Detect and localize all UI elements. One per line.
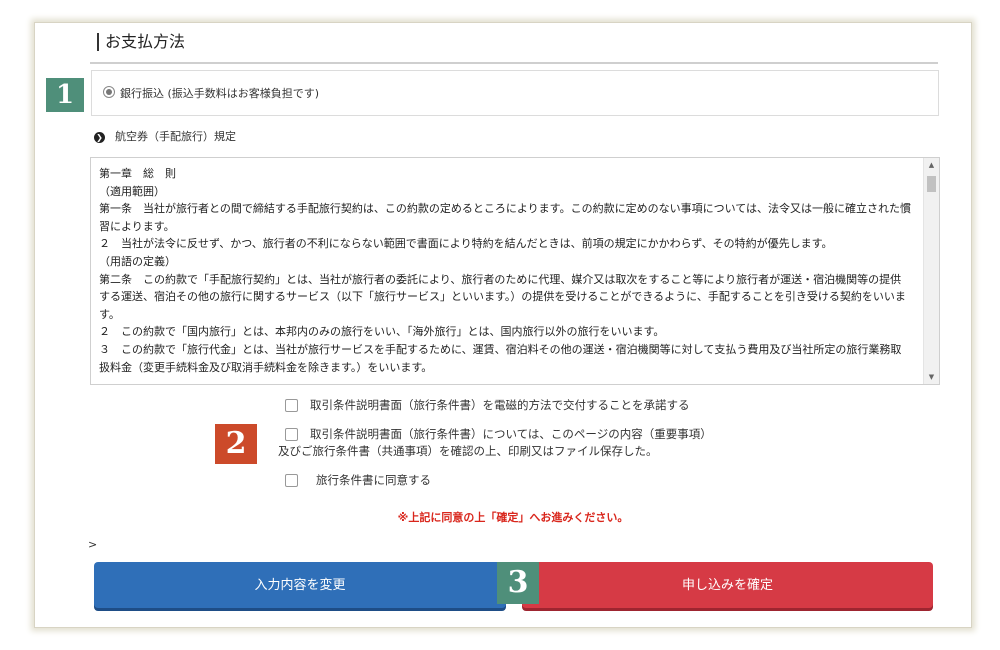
scroll-thumb[interactable] bbox=[927, 176, 936, 192]
scroll-down-arrow-icon[interactable]: ▼ bbox=[924, 370, 939, 384]
check-row-confirm: 取引条件説明書面（旅行条件書）については、このページの内容（重要事項） bbox=[285, 426, 712, 442]
terms-line: ３ この約款で「旅行代金」とは、当社が旅行サービスを手配するために、運賃、宿泊料… bbox=[99, 342, 902, 374]
checkbox-agree-label: 旅行条件書に同意する bbox=[316, 473, 431, 487]
stray-text: > bbox=[88, 538, 98, 551]
section-title: お支払方法 bbox=[97, 33, 185, 51]
terms-line: ２ 当社が法令に反せず、かつ、旅行者の不利にならない範囲で書面により特約を結んだ… bbox=[99, 237, 833, 251]
checkbox-confirm-saved[interactable] bbox=[285, 428, 298, 441]
terms-line: （用語の定義） bbox=[99, 254, 176, 268]
terms-line: 第一条 当社が旅行者との間で締結する手配旅行契約は、この約款の定めるところにより… bbox=[99, 202, 912, 233]
notice-text: ※上記に同意の上「確定」へお進みください。 bbox=[397, 511, 629, 524]
checkbox-electronic-consent[interactable] bbox=[285, 399, 298, 412]
rules-heading: ❯ 航空券（手配旅行）規定 bbox=[94, 128, 236, 144]
terms-content: 第一章 総 則 （適用範囲） 第一条 当社が旅行者との間で締結する手配旅行契約は… bbox=[99, 165, 911, 376]
payment-option-box[interactable]: 銀行振込 (振込手数料はお客様負担です) bbox=[91, 70, 939, 116]
terms-scrollbar[interactable]: ▲ ▼ bbox=[923, 158, 939, 384]
terms-textarea[interactable]: 第一章 総 則 （適用範囲） 第一条 当社が旅行者との間で締結する手配旅行契約は… bbox=[90, 157, 940, 385]
check-row-agree: 旅行条件書に同意する bbox=[285, 472, 431, 488]
rules-heading-label: 航空券（手配旅行）規定 bbox=[115, 130, 236, 143]
check-row-electronic: 取引条件説明書面（旅行条件書）を電磁的方法で交付することを承諾する bbox=[285, 397, 690, 413]
confirm-application-button[interactable]: 申し込みを確定 bbox=[522, 562, 933, 608]
terms-line: 第一章 総 則 bbox=[99, 167, 176, 180]
terms-line: 第二条 この約款で「手配旅行契約」とは、当社が旅行者の委託により、旅行者のために… bbox=[99, 272, 906, 321]
step-badge-2: 2 bbox=[215, 424, 257, 464]
terms-line: （適用範囲） bbox=[99, 184, 165, 198]
checkbox-agree-terms[interactable] bbox=[285, 474, 298, 487]
step-badge-1: 1 bbox=[46, 78, 84, 112]
checkbox-electronic-label: 取引条件説明書面（旅行条件書）を電磁的方法で交付することを承諾する bbox=[310, 398, 690, 412]
circle-arrow-right-icon: ❯ bbox=[94, 131, 105, 143]
step-badge-3: 3 bbox=[497, 562, 539, 604]
change-input-button[interactable]: 入力内容を変更 bbox=[94, 562, 506, 608]
title-divider bbox=[90, 62, 938, 64]
radio-bank-transfer[interactable] bbox=[103, 86, 115, 98]
payment-option-label: 銀行振込 (振込手数料はお客様負担です) bbox=[120, 87, 320, 100]
scroll-up-arrow-icon[interactable]: ▲ bbox=[924, 158, 939, 172]
terms-line: ２ この約款で「国内旅行」とは、本邦内のみの旅行をいい、「海外旅行」とは、国内旅… bbox=[99, 325, 665, 339]
checkbox-confirm-label-line2: 及びご旅行条件書（共通事項）を確認の上、印刷又はファイル保存した。 bbox=[278, 444, 658, 458]
checkbox-confirm-label-line1: 取引条件説明書面（旅行条件書）については、このページの内容（重要事項） bbox=[310, 427, 712, 441]
